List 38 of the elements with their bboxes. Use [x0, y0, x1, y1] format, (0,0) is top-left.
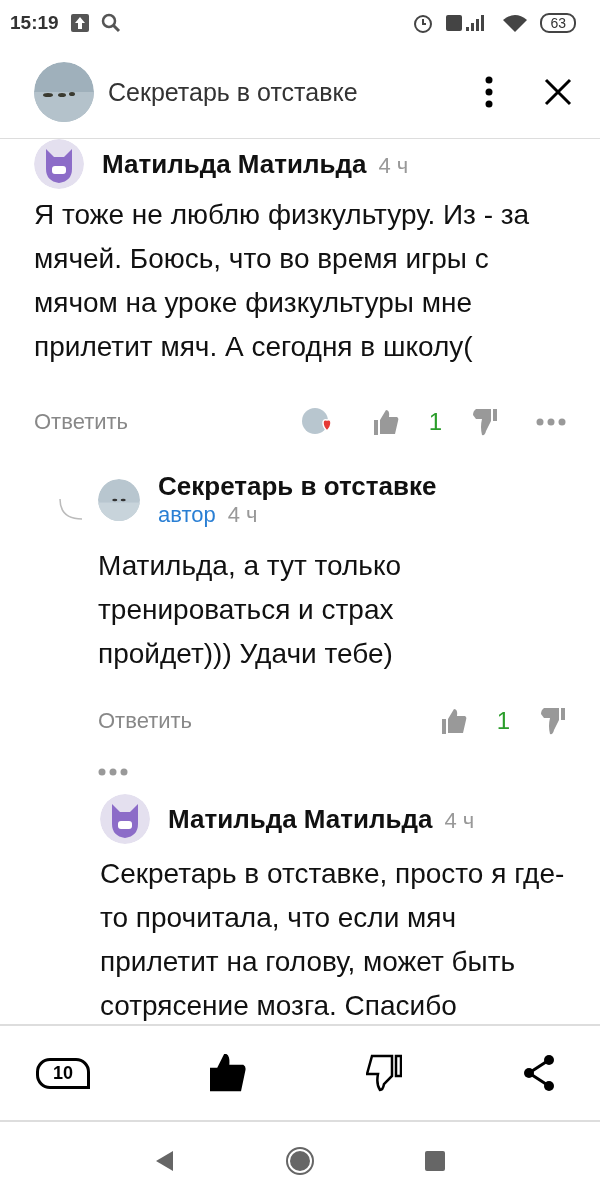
fox-avatar — [100, 794, 150, 844]
more-icon[interactable] — [98, 768, 128, 776]
like-count: 1 — [496, 707, 510, 735]
more-options-icon[interactable] — [484, 76, 494, 108]
thumbs-up-icon[interactable] — [440, 707, 467, 735]
like-count: 1 — [428, 408, 442, 436]
thumbs-down-icon[interactable] — [366, 1054, 402, 1092]
author-name[interactable]: Матильда Матильда — [102, 148, 367, 180]
comment-text: Я тоже не люблю физкультуру. Из - за мячей. Боюсь, что во время игры с мячом на уроке физкультуры мне прилетит мяч. А сегодня в школу( — [34, 198, 531, 364]
fox-avatar — [34, 139, 84, 189]
thumbs-down-icon[interactable] — [540, 706, 566, 736]
comment-time: 4 ч — [444, 807, 475, 834]
thumbs-up-icon[interactable] — [372, 408, 399, 436]
author-label: автор — [158, 502, 216, 528]
author-name[interactable]: Секретарь в отставке — [158, 471, 437, 502]
channel-title: Секретарь в отставке — [108, 77, 358, 107]
clock: 15:19 — [10, 12, 59, 34]
alarm-icon — [412, 12, 435, 34]
comment-time: 4 ч — [227, 502, 258, 528]
back-icon[interactable] — [155, 1150, 175, 1172]
thumbs-up-icon[interactable] — [210, 1054, 246, 1092]
comment-text: Матильда, а тут только тренироваться и страх пройдет))) Удачи тебе) — [97, 549, 403, 671]
reply-link[interactable]: Ответить — [34, 409, 129, 435]
share-icon[interactable] — [522, 1055, 556, 1091]
upload-icon — [70, 14, 89, 32]
thumbs-down-icon[interactable] — [472, 407, 498, 437]
comment-text: Секретарь в отставке, просто я где- то прочитала, что если мяч прилетит на голову, может быть сотрясение мозга. Спасибо — [100, 857, 566, 1023]
home-icon[interactable] — [285, 1146, 315, 1176]
search-icon — [100, 13, 121, 33]
close-icon[interactable] — [544, 78, 572, 106]
author-name[interactable]: Матильда Матильда — [168, 803, 433, 835]
wifi-icon — [502, 13, 529, 33]
comments-count[interactable]: 10 — [36, 1057, 91, 1089]
battery-indicator: 63 — [540, 13, 576, 33]
reply-link[interactable]: Ответить — [98, 708, 193, 734]
more-icon[interactable] — [536, 418, 566, 426]
comment-time: 4 ч — [378, 152, 409, 179]
reply-connector — [58, 499, 84, 521]
